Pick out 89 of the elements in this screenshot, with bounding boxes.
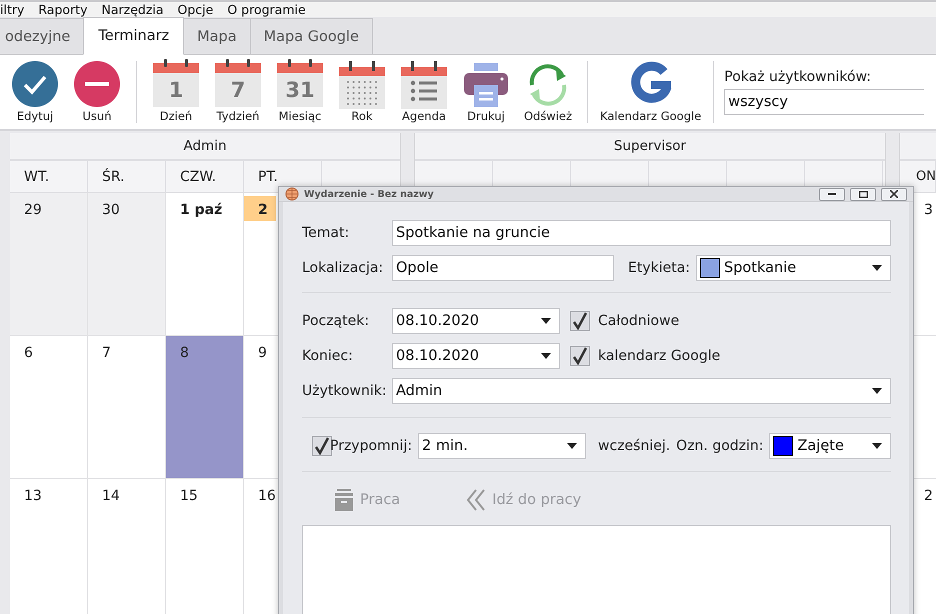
dropdown-caret-icon (567, 443, 578, 449)
checkbox-label: kalendarz Google (598, 348, 720, 364)
day-number: 1 paź (179, 201, 224, 220)
check-icon (12, 61, 58, 107)
day-header: WT. (10, 161, 88, 192)
day-number: 14 (101, 487, 121, 506)
day-cell[interactable]: 29 (10, 193, 88, 335)
tab[interactable]: Terminarz (83, 17, 184, 55)
field-label: Użytkownik: (302, 383, 388, 399)
day-number: 2 (924, 488, 933, 504)
notes-field[interactable] (302, 525, 891, 614)
filter-label: Pokaż użytkowników: (724, 69, 872, 85)
printer-icon (462, 61, 510, 109)
double-chevron-left-icon (466, 489, 486, 511)
globe-icon (285, 187, 299, 201)
day-number: 16 (257, 487, 277, 506)
tab[interactable]: odezyjne (0, 18, 84, 54)
minimize-icon (828, 193, 836, 195)
user-combo[interactable]: Admin (392, 378, 891, 404)
checkbox[interactable] (570, 311, 590, 331)
day-number: 8 (179, 344, 190, 363)
day-number: 13 (23, 487, 43, 506)
calendar-day-number: 7 (230, 80, 246, 100)
close-icon (890, 190, 898, 198)
calendar-grid-icon (339, 61, 385, 109)
menu-item[interactable]: Opcje (178, 2, 214, 17)
checkbox-label: Całodniowe (598, 313, 680, 329)
day-number: 15 (179, 487, 199, 506)
close-button[interactable] (881, 188, 907, 200)
users-combo[interactable]: wszyscy (724, 89, 924, 115)
toolbar-button[interactable]: 31 Miesiąc (271, 61, 329, 123)
dropdown-caret-icon (872, 265, 882, 271)
toolbar-button[interactable]: Agenda (395, 61, 453, 123)
dropdown-caret-icon (872, 388, 882, 394)
maximize-button[interactable] (850, 188, 876, 200)
day-number: 29 (23, 201, 43, 220)
field-label: wcześniej. (598, 438, 670, 454)
day-number: 3 (924, 202, 933, 218)
menu-item[interactable]: Narzędzia (101, 2, 164, 17)
dropdown-caret-icon (541, 353, 551, 359)
checkbox-label: Przypomnij: (330, 438, 412, 454)
toolbar-button[interactable]: Edytuj (6, 61, 64, 123)
toolbar-button[interactable]: 7 Tydzień (209, 61, 267, 123)
field-label: Początek: (302, 313, 370, 329)
minimize-button[interactable] (819, 188, 845, 200)
show-as-combo[interactable]: Zajęte (769, 433, 891, 459)
date-combo[interactable]: 08.10.2020 (392, 308, 560, 334)
field-label: Ozn. godzin: (676, 438, 764, 454)
toolbar-button[interactable]: Rok (333, 61, 391, 123)
day-number: 2 (244, 196, 276, 221)
menu-item[interactable]: O programie (227, 2, 306, 17)
toolbar-button[interactable]: Drukuj (457, 61, 515, 123)
menu-item[interactable]: Raporty (38, 2, 88, 17)
field-label: Temat: (302, 225, 350, 241)
calendar-list-icon (401, 61, 447, 109)
dropdown-caret-icon (872, 443, 882, 449)
location-field[interactable]: Opole (392, 255, 614, 281)
tray-icon (334, 489, 354, 511)
menu-item[interactable]: iltry (0, 2, 24, 17)
day-cell[interactable]: 30 (88, 193, 166, 335)
group-header: Supervisor (415, 133, 885, 161)
field-label: Lokalizacja: (302, 260, 384, 276)
maximize-icon (858, 190, 868, 198)
day-number: 7 (101, 344, 112, 363)
tag-combo[interactable]: Spotkanie (696, 255, 891, 281)
day-cell[interactable]: 8 (166, 336, 244, 478)
toolbar-button[interactable]: Usuń (68, 61, 126, 123)
day-number: 6 (23, 344, 34, 363)
calendar-day-number: 31 (285, 80, 315, 100)
tab[interactable]: Mapa Google (250, 18, 373, 54)
checkbox[interactable] (570, 346, 590, 366)
minus-icon (74, 61, 120, 107)
field-label: Etykieta: (628, 260, 690, 276)
day-header: CZW. (166, 161, 244, 192)
date-combo[interactable]: 08.10.2020 (392, 343, 560, 369)
toolbar-button[interactable]: Odśwież (519, 61, 577, 123)
subject-field[interactable]: Spotkanie na gruncie (392, 220, 891, 246)
group-header: Admin (10, 133, 400, 161)
day-number: 30 (101, 201, 121, 220)
day-header: ŚR. (88, 161, 166, 192)
calendar-day-number: 1 (168, 80, 184, 100)
toolbar-button[interactable]: 1 Dzień (147, 61, 205, 123)
checkbox[interactable] (312, 436, 332, 456)
dropdown-caret-icon (541, 318, 551, 324)
day-number: 9 (257, 344, 268, 363)
tab[interactable]: Mapa (183, 18, 251, 54)
toolbar-button[interactable]: Kalendarz Google (598, 61, 704, 123)
field-label: Koniec: (302, 348, 354, 364)
reminder-combo[interactable]: 2 min. (418, 433, 586, 459)
